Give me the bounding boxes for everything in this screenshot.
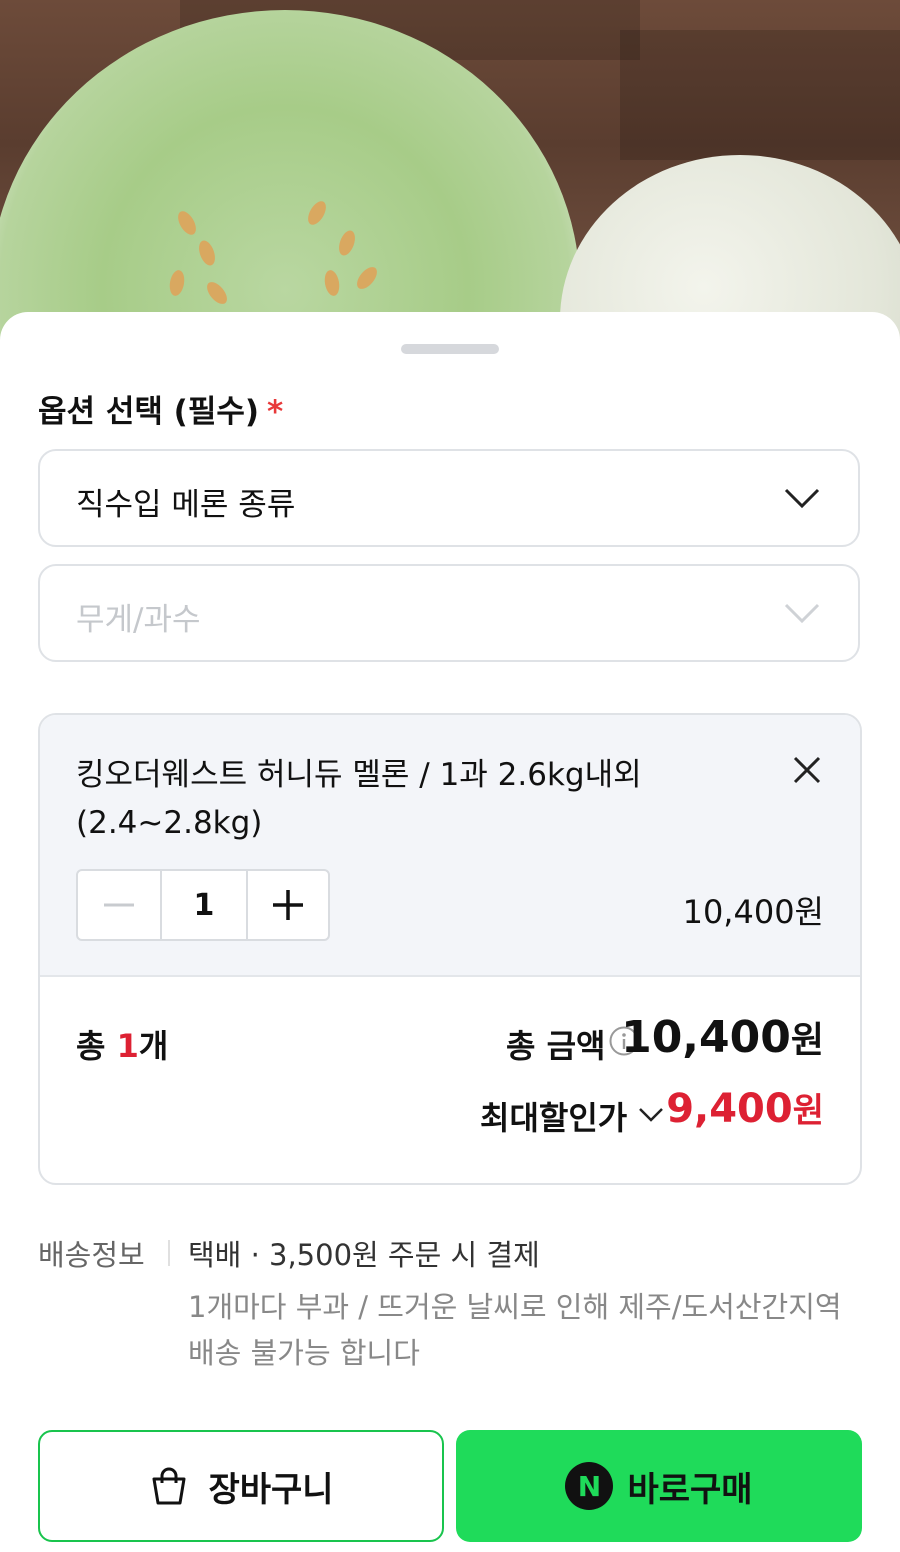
option-select-weight-placeholder: 무게/과수 <box>76 602 201 638</box>
total-amount-unit: 원 <box>790 1020 824 1061</box>
chevron-down-icon <box>784 603 820 624</box>
product-photo <box>0 0 900 360</box>
selected-option-detail: 킹오더웨스트 허니듀 멜론 / 1과 2.6kg내외 (2.4~2.8kg) 1… <box>40 715 860 977</box>
option-select-weight[interactable]: 무게/과수 <box>38 564 860 662</box>
option-bottom-sheet: 옵션 선택 (필수) * 직수입 메론 종류 무게/과수 킹오더웨스트 허니듀 멜… <box>0 312 900 1552</box>
minus-icon <box>104 903 134 907</box>
add-to-cart-label: 장바구니 <box>208 1469 334 1510</box>
option-select-type[interactable]: 직수입 메론 종류 <box>38 449 860 547</box>
shipping-label: 배송정보 <box>38 1238 145 1272</box>
total-count: 총 1개 <box>76 1021 168 1067</box>
selected-option-card: 킹오더웨스트 허니듀 멜론 / 1과 2.6kg내외 (2.4~2.8kg) 1… <box>38 713 862 1185</box>
total-amount-value: 10,400 <box>621 1012 791 1063</box>
close-icon[interactable] <box>792 755 822 785</box>
chevron-down-icon <box>784 488 820 509</box>
sheet-drag-handle[interactable] <box>401 344 499 354</box>
box-edge <box>620 30 900 160</box>
total-count-value: 1 <box>116 1027 139 1065</box>
quantity-decrease-button[interactable] <box>78 871 162 939</box>
chevron-down-icon[interactable] <box>638 1107 664 1123</box>
total-count-prefix: 총 <box>76 1027 117 1065</box>
naver-pay-icon: N <box>565 1462 614 1510</box>
total-count-suffix: 개 <box>138 1027 169 1065</box>
max-discount-price: 9,400원 <box>666 1083 824 1132</box>
selected-option-name: 킹오더웨스트 허니듀 멜론 / 1과 2.6kg내외 (2.4~2.8kg) <box>76 757 642 841</box>
max-discount-unit: 원 <box>792 1091 824 1131</box>
quantity-value[interactable]: 1 <box>162 871 248 939</box>
required-mark: * <box>267 394 284 430</box>
option-title-text: 옵션 선택 (필수) <box>38 394 260 430</box>
add-to-cart-button[interactable]: 장바구니 <box>38 1430 444 1542</box>
quantity-increase-button[interactable] <box>248 871 328 939</box>
plus-icon <box>272 890 303 920</box>
buy-now-button[interactable]: N 바로구매 <box>456 1430 862 1542</box>
buy-now-label: 바로구매 <box>627 1469 753 1510</box>
shipping-method: 택배 · 3,500원 주문 시 결제 <box>188 1238 540 1272</box>
quantity-stepper: 1 <box>76 869 330 941</box>
total-amount: 10,400원 <box>621 1011 824 1063</box>
max-discount-label[interactable]: 최대할인가 <box>480 1093 627 1139</box>
max-discount-value: 9,400 <box>666 1086 793 1132</box>
option-select-type-value: 직수입 메론 종류 <box>76 487 296 523</box>
selected-option-price: 10,400원 <box>682 893 824 931</box>
total-amount-label: 총 금액 <box>506 1027 606 1065</box>
shopping-bag-icon <box>152 1467 186 1505</box>
shipping-divider <box>168 1240 170 1266</box>
option-section-title: 옵션 선택 (필수) * <box>38 386 283 431</box>
shipping-note: 1개마다 부과 / 뜨거운 날씨로 인해 제주/도서산간지역 배송 불가능 합니… <box>188 1290 842 1370</box>
melon-seeds <box>160 170 420 320</box>
